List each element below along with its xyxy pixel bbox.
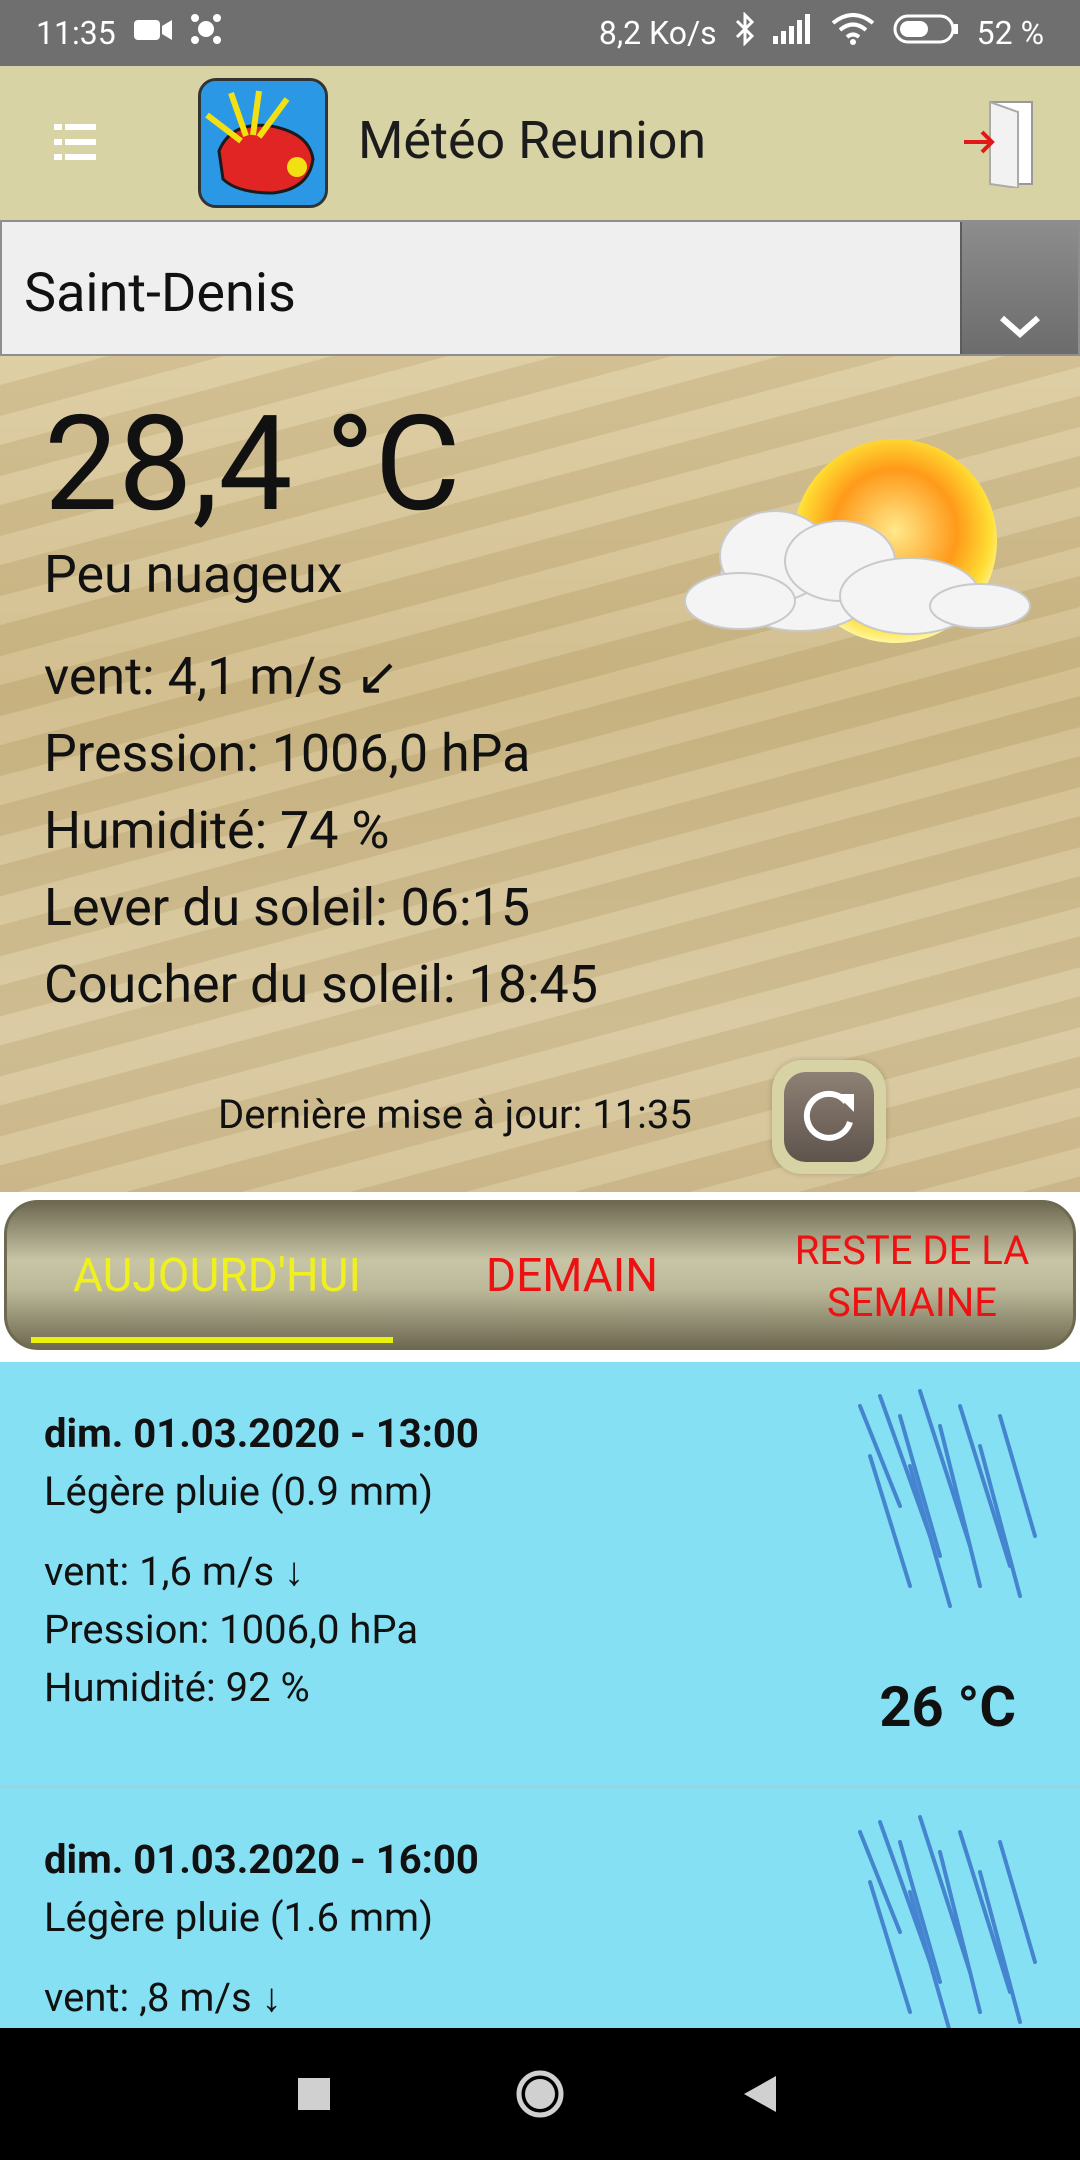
app-title: Météo Reunion: [358, 110, 707, 171]
dropdown-arrow-button[interactable]: [960, 222, 1078, 354]
square-icon: [298, 2078, 330, 2110]
status-bar-right: 8,2 Ko/s 52 %: [598, 11, 1044, 54]
recent-apps-button[interactable]: [296, 2076, 332, 2116]
forecast-item[interactable]: dim. 01.03.2020 - 16:00 Légère pluie (1.…: [0, 1788, 1080, 2028]
location-selected: Saint-Denis: [24, 262, 296, 325]
forecast-datetime: dim. 01.03.2020 - 16:00: [44, 1836, 479, 1883]
current-condition: Peu nuageux: [44, 544, 343, 605]
current-pressure: Pression: 1006,0 hPa: [44, 723, 531, 784]
status-time: 11:35: [36, 14, 116, 52]
rain-icon: [840, 1812, 1040, 2028]
forecast-pressure: Pression: 1006,0 hPa: [44, 1606, 419, 1653]
circle-icon: [516, 2070, 564, 2118]
tab-bar: AUJOURD'HUI DEMAIN RESTE DE LA SEMAINE: [4, 1200, 1076, 1350]
tab-rest-of-week[interactable]: RESTE DE LA SEMAINE: [747, 1225, 1073, 1329]
exit-door-icon[interactable]: [964, 98, 1036, 190]
signal-icon: [772, 14, 813, 52]
triangle-back-icon: [744, 2076, 776, 2112]
refresh-icon: [784, 1072, 874, 1162]
tab-week-line2: SEMAINE: [827, 1279, 997, 1326]
chevron-down-icon: [1000, 315, 1040, 339]
notification-app-icon: [190, 13, 222, 53]
current-wind: vent: 4,1 m/s ↙: [44, 646, 400, 707]
hamburger-icon[interactable]: [52, 118, 100, 166]
status-bar: 11:35 8,2 Ko/s 52 %: [0, 0, 1080, 66]
video-camera-icon: [133, 14, 172, 52]
sun-cloud-icon: [680, 431, 1040, 681]
tab-today[interactable]: AUJOURD'HUI: [37, 1249, 397, 1303]
app-logo: [198, 78, 328, 208]
forecast-temperature: 26 °C: [879, 1674, 1016, 1740]
app-bar: Météo Reunion: [0, 66, 1080, 220]
forecast-list[interactable]: dim. 01.03.2020 - 13:00 Légère pluie (0.…: [0, 1362, 1080, 2028]
current-sunset: Coucher du soleil: 18:45: [44, 954, 598, 1015]
system-nav-bar: [0, 2028, 1080, 2160]
refresh-button[interactable]: [772, 1060, 886, 1174]
status-bar-left: 11:35: [36, 13, 222, 53]
rain-icon: [840, 1386, 1040, 1616]
forecast-datetime: dim. 01.03.2020 - 13:00: [44, 1410, 479, 1457]
current-humidity: Humidité: 74 %: [44, 800, 390, 861]
forecast-description: Légère pluie (1.6 mm): [44, 1894, 434, 1941]
battery-icon: [893, 14, 959, 52]
tab-week-line1: RESTE DE LA: [794, 1227, 1030, 1274]
tab-active-indicator: [31, 1337, 393, 1343]
forecast-wind: vent: 1,6 m/s ↓: [44, 1548, 305, 1595]
forecast-wind: vent: ,8 m/s ↓: [44, 1974, 282, 2021]
current-sunrise: Lever du soleil: 06:15: [44, 877, 531, 938]
tabs-container: AUJOURD'HUI DEMAIN RESTE DE LA SEMAINE: [0, 1192, 1080, 1362]
forecast-description: Légère pluie (0.9 mm): [44, 1468, 434, 1515]
network-speed: 8,2 Ko/s: [598, 14, 717, 52]
forecast-item[interactable]: dim. 01.03.2020 - 13:00 Légère pluie (0.…: [0, 1362, 1080, 1788]
back-button[interactable]: [742, 2074, 778, 2118]
bluetooth-icon: [735, 11, 755, 54]
location-dropdown[interactable]: Saint-Denis: [0, 220, 1080, 356]
home-button[interactable]: [514, 2068, 566, 2124]
current-temperature: 28,4 °C: [44, 388, 461, 542]
tab-tomorrow[interactable]: DEMAIN: [407, 1249, 737, 1303]
wifi-icon: [831, 13, 875, 53]
current-weather-panel: 28,4 °C Peu nuageux vent: 4,1 m/s ↙ Pres…: [0, 356, 1080, 1192]
last-update-text: Dernière mise à jour: 11:35: [218, 1091, 692, 1138]
battery-percent: 52 %: [976, 14, 1044, 52]
forecast-humidity: Humidité: 92 %: [44, 1664, 310, 1711]
